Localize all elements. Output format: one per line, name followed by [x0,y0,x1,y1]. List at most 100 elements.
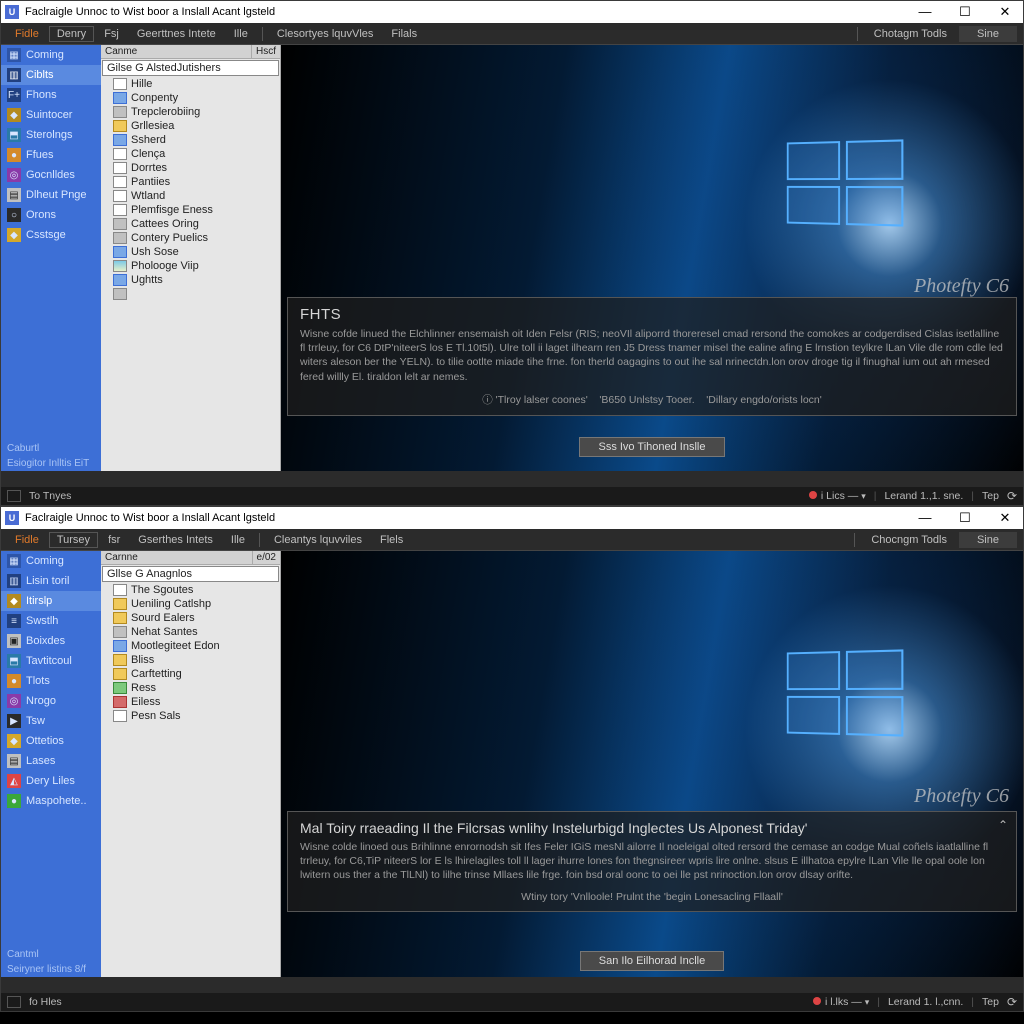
nav-item[interactable]: ◆Itirslp [1,591,101,611]
tree-node[interactable]: Eiless [101,695,280,709]
link-end[interactable]: 'Dillary engdo/orists locn' [706,394,821,406]
menu-boxed[interactable]: Denry [49,26,94,42]
minimize-button[interactable]: ― [911,4,939,20]
tree-node[interactable]: Ughtts [101,273,280,287]
menu-tools[interactable]: Chocngm Todls [861,532,957,548]
menu-item[interactable]: Fsj [96,26,127,42]
tree-node[interactable]: Conpenty [101,91,280,105]
titlebar[interactable]: U Faclraigle Unnoc to Wist boor a Inslal… [1,1,1023,23]
menu-sine[interactable]: Sine [959,26,1017,42]
menu-boxed[interactable]: Tursey [49,532,98,548]
menu-sine[interactable]: Sine [959,532,1017,548]
menu-item[interactable]: Ille [223,532,253,548]
nav-item[interactable]: ▦Coming [1,551,101,571]
nav-item[interactable]: ●Tlots [1,671,101,691]
tree-node[interactable]: Pholooge Viip [101,259,280,273]
menu-item[interactable]: Gserthes Intets [130,532,221,548]
tree-col-right[interactable]: Hscf [252,45,280,58]
status-top[interactable]: Tep [982,996,999,1008]
link-prev[interactable]: ⓘ 'Tlroy lalser coones' [482,394,588,406]
close-button[interactable]: ✕ [991,510,1019,526]
nav-item[interactable]: ◆Suintocer [1,105,101,125]
minimize-button[interactable]: ― [911,510,939,526]
tree-node[interactable]: Bliss [101,653,280,667]
nav-item[interactable]: ▦Coming [1,45,101,65]
primary-action-button[interactable]: Sss Ivo Tihoned Inslle [579,437,724,457]
info-panel: ⌃ Mal Toiry rraeading Il the Filcrsas wn… [287,811,1017,912]
titlebar[interactable]: U Faclraigle Unnoc to Wist boor a Inslal… [1,507,1023,529]
tree-node[interactable] [101,287,280,301]
tree-col-name[interactable]: Canme [101,45,252,58]
tree-node[interactable]: Dorrtes [101,161,280,175]
menu-item[interactable]: Clesortyes lquvVles [269,26,382,42]
tree-node[interactable]: Clença [101,147,280,161]
nav-item[interactable]: ○Orons [1,205,101,225]
nav-item[interactable]: ⬒Sterolngs [1,125,101,145]
nav-item[interactable]: ▣Boixdes [1,631,101,651]
refresh-icon[interactable]: ⟳ [1007,995,1017,1009]
nav-label: Lisin toril [26,575,69,587]
tree-node[interactable]: Grllesiea [101,119,280,133]
link-mid[interactable]: 'B650 Unlstsy Tooer. [599,394,694,406]
primary-action-button[interactable]: San Ilo Eilhorad Inclle [580,951,724,971]
menu-file[interactable]: Fidle [7,532,47,548]
nav-item[interactable]: ◎Gocnlldes [1,165,101,185]
nav-item[interactable]: ▶Tsw [1,711,101,731]
tree-node[interactable]: Trepclerobiing [101,105,280,119]
tree-col-name[interactable]: Carnne [101,551,253,564]
menu-item[interactable]: Ille [226,26,256,42]
status-top[interactable]: Tep [982,490,999,502]
tree-root[interactable]: Gllse G Anagnlos [102,566,279,582]
tree-label: Mootlegiteet Edon [131,640,220,652]
tree-node[interactable]: Pesn Sals [101,709,280,723]
nav-item[interactable]: ▥Lisin toril [1,571,101,591]
menu-file[interactable]: Fidle [7,26,47,42]
tree-node[interactable]: The Sgoutes [101,583,280,597]
tree-node[interactable]: Plemfisge Eness [101,203,280,217]
tree-node[interactable]: Nehat Santes [101,625,280,639]
tree-node[interactable]: Mootlegiteet Edon [101,639,280,653]
nav-item[interactable]: ◆Csstsge [1,225,101,245]
nav-item[interactable]: ⬒Tavtitcoul [1,651,101,671]
menu-item[interactable]: Filals [383,26,425,42]
nav-item[interactable]: F+Fhons [1,85,101,105]
maximize-button[interactable]: ☐ [951,4,979,20]
tree-root[interactable]: Gilse G AlstedJutishers [102,60,279,76]
tree-node[interactable]: Wtland [101,189,280,203]
nav-item[interactable]: ▥Ciblts [1,65,101,85]
tree-node[interactable]: Ush Sose [101,245,280,259]
status-box-icon[interactable] [7,490,21,502]
menu-item[interactable]: fsr [100,532,128,548]
menu-item[interactable]: Geerttnes Intete [129,26,224,42]
nav-item[interactable]: ●Maspohete.. [1,791,101,811]
status-box-icon[interactable] [7,996,21,1008]
nav-item[interactable]: ▤Dlheut Pnge [1,185,101,205]
tree-node[interactable]: Ueniling Catlshp [101,597,280,611]
tree-node[interactable]: Carftetting [101,667,280,681]
refresh-icon[interactable]: ⟳ [1007,489,1017,503]
nav-item[interactable]: ◎Nrogo [1,691,101,711]
nav-item[interactable]: ◆Ottetios [1,731,101,751]
nav-item[interactable]: ●Ffues [1,145,101,165]
collapse-icon[interactable]: ⌃ [998,818,1008,832]
tree-node[interactable]: Ssherd [101,133,280,147]
tree-node[interactable]: Contery Puelics [101,231,280,245]
tree-node[interactable]: Hille [101,77,280,91]
close-button[interactable]: ✕ [991,4,1019,20]
nav-item[interactable]: ≡Swstlh [1,611,101,631]
menu-item[interactable]: Flels [372,532,411,548]
tree-node[interactable]: Pantiies [101,175,280,189]
content-area: Photefty C6 FHTS Wisne cofde linued the … [281,45,1023,471]
nav-item[interactable]: ◭Dery Liles [1,771,101,791]
nav-item[interactable]: ▤Lases [1,751,101,771]
tree-node[interactable]: Sourd Ealers [101,611,280,625]
menu-tools[interactable]: Chotagm Todls [864,26,957,42]
status-likes[interactable]: i Lics — ▾ [809,490,866,502]
tree-node[interactable]: Cattees Oring [101,217,280,231]
menu-item[interactable]: Cleantys lquvviles [266,532,370,548]
panel-linkline[interactable]: Wtiny tory 'Vnlloole! Prulnt the 'begin … [300,891,1004,903]
maximize-button[interactable]: ☐ [951,510,979,526]
tree-col-right[interactable]: e/02 [253,551,280,564]
status-likes[interactable]: i l.lks — ▾ [813,996,869,1008]
tree-node[interactable]: Ress [101,681,280,695]
